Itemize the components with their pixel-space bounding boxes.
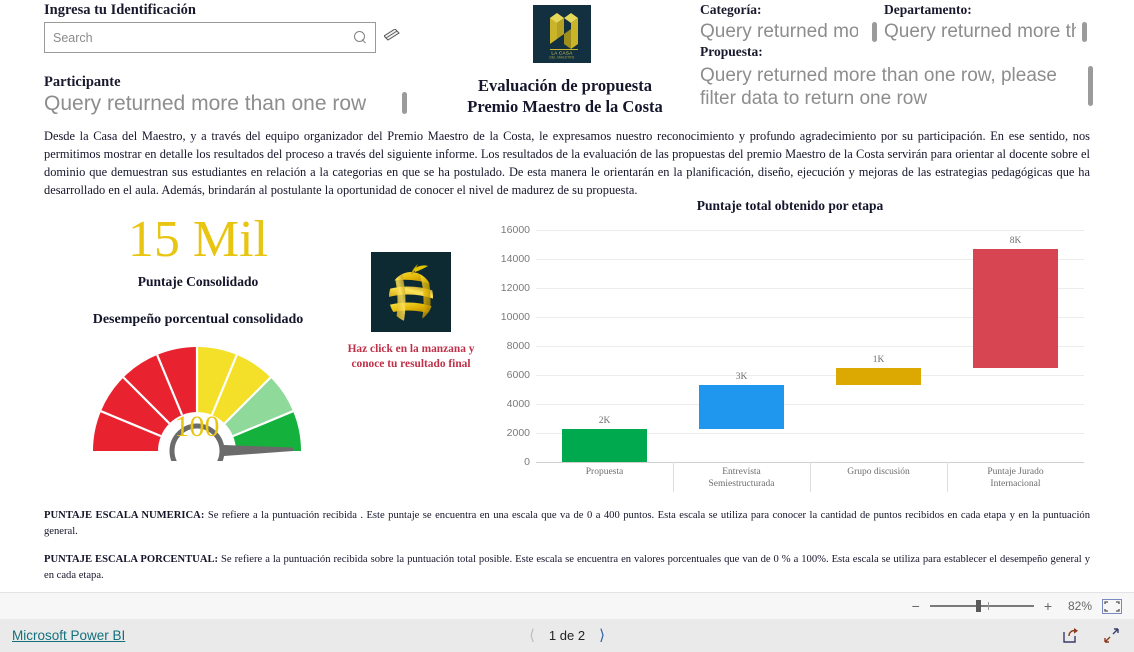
report-canvas: Ingresa tu Identificación Participante Q… (0, 0, 1134, 592)
fit-to-page-icon[interactable] (1102, 598, 1122, 614)
identification-search-box[interactable] (44, 22, 376, 53)
page-indicator: 1 de 2 (548, 628, 586, 643)
eraser-icon[interactable] (384, 29, 400, 41)
svg-text:DEL MAESTRO: DEL MAESTRO (550, 56, 575, 60)
propuesta-scrollbar[interactable] (1088, 66, 1093, 106)
zoom-slider[interactable] (929, 599, 1034, 613)
chart-bar[interactable] (836, 368, 921, 386)
fullscreen-icon[interactable] (1103, 627, 1120, 644)
chart-x-category-label: Entrevista Semiestructurada (708, 467, 775, 489)
gauge-value: 100 (174, 410, 220, 443)
chart-y-tick-label: 6000 (506, 369, 530, 381)
chart-bar[interactable] (562, 429, 647, 462)
chart-x-category-label: Grupo discusión (847, 467, 910, 477)
chart-bar[interactable] (699, 385, 784, 430)
chart-x-separator (810, 462, 811, 492)
chart-x-category-label: Propuesta (585, 467, 624, 477)
footnote-numerica: PUNTAJE ESCALA NUMERICA: Se refiere a la… (44, 508, 1090, 540)
logo: LA CASA DEL MAESTRO (533, 5, 591, 63)
chart-y-tick-label: 4000 (506, 398, 530, 410)
power-bi-report-viewer: Ingresa tu Identificación Participante Q… (0, 0, 1134, 652)
departamento-label: Departamento: (884, 2, 972, 17)
chevron-left-icon[interactable]: ⟨ (529, 628, 535, 643)
departamento-value: Query returned more than one row, please… (884, 21, 1076, 42)
zoom-level-label: 82% (1067, 599, 1092, 613)
chart-y-tick-label: 14000 (500, 253, 530, 265)
zoom-slider-thumb[interactable] (975, 600, 981, 612)
chart-data-label: 8K (1009, 235, 1022, 246)
footnote-porcentual-title: PUNTAJE ESCALA PORCENTUAL: (44, 554, 219, 565)
chart-y-tick-label: 0 (524, 456, 530, 468)
chart-x-separator (673, 462, 674, 492)
kpi-caption: Puntaje Consolidado (137, 274, 259, 289)
departamento-scrollbar[interactable] (1082, 22, 1087, 42)
chart-y-tick-label: 12000 (500, 282, 530, 294)
participante-value: Query returned more than one row (44, 92, 367, 115)
chart-y-tick-label: 2000 (506, 427, 530, 439)
zoom-out-button[interactable]: − (912, 599, 920, 613)
categoria-scrollbar[interactable] (872, 22, 877, 42)
chart-gridline (536, 404, 1084, 405)
chevron-right-icon[interactable]: ⟩ (599, 628, 605, 643)
propuesta-value: Query returned more than one row, please… (700, 65, 1057, 110)
zoom-in-button[interactable]: + (1044, 599, 1052, 613)
chart-x-category-label: Puntaje Jurado Internacional (987, 467, 1044, 489)
slicer-title: Ingresa tu Identificación (44, 2, 196, 18)
apple-caption: Haz click en la manzana y conoce tu resu… (347, 343, 475, 371)
report-title-line2: Premio Maestro de la Costa (467, 96, 663, 116)
chart-x-separator (947, 462, 948, 492)
status-bar-actions (1062, 627, 1120, 644)
gauge-title: Desempeño porcentual consolidado (92, 312, 304, 327)
page-navigation: ⟨ 1 de 2 ⟩ (0, 628, 1134, 643)
chart-gridline (536, 375, 1084, 376)
intro-paragraph: Desde la Casa del Maestro, y a través de… (44, 129, 1090, 197)
categoria-label: Categoría: (700, 2, 762, 17)
chart-gridline (536, 230, 1084, 231)
chart-y-tick-label: 10000 (500, 311, 530, 323)
chart-data-label: 3K (735, 372, 748, 383)
share-export-icon[interactable] (1062, 627, 1079, 644)
participante-label: Participante (44, 74, 121, 90)
chart-y-tick-label: 8000 (506, 340, 530, 352)
report-title-line1: Evaluación de propuesta (478, 76, 652, 95)
chart-bar[interactable] (973, 248, 1058, 369)
chart-data-label: 2K (598, 416, 611, 427)
search-input[interactable] (53, 30, 354, 45)
puntaje-chart: Puntaje total obtenido por etapa 0 2000 40… (490, 196, 1090, 496)
zoom-slider-tick (988, 602, 990, 610)
golden-apple-icon[interactable] (371, 252, 451, 332)
search-icon (354, 31, 367, 44)
propuesta-label: Propuesta: (700, 44, 763, 59)
kpi-value: 15 Mil (127, 211, 269, 268)
la-casa-del-maestro-logo-icon: LA CASA DEL MAESTRO (533, 5, 591, 63)
chart-data-label: 1K (872, 355, 885, 366)
chart-title: Puntaje total obtenido por etapa (696, 198, 884, 213)
chart-plot-area: 0 2000 4000 6000 8000 10000 12000 14000 16000 2K P… (501, 224, 1084, 492)
zoom-slider-track (929, 605, 1034, 607)
chart-y-tick-label: 16000 (500, 224, 530, 236)
zoom-toolbar: − + 82% (0, 592, 1134, 619)
report-title: Evaluación de propuesta Premio Maestro d… (420, 76, 710, 117)
footnote-numerica-title: PUNTAJE ESCALA NUMERICA: (44, 510, 205, 521)
participante-scrollbar[interactable] (402, 92, 407, 114)
footnote-porcentual: PUNTAJE ESCALA PORCENTUAL: Se refiere a … (44, 552, 1090, 584)
status-bar: Microsoft Power BI ⟨ 1 de 2 ⟩ (0, 619, 1134, 652)
